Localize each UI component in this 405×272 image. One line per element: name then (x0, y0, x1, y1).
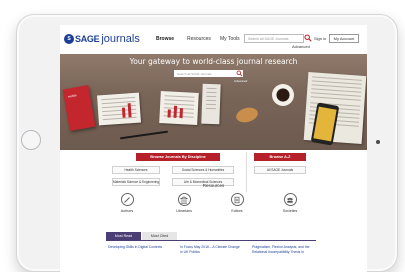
logo-product: journals (101, 33, 140, 45)
resource-authors[interactable]: Authors (112, 193, 142, 213)
resource-label: Editors (231, 209, 243, 213)
paper-image (201, 83, 221, 125)
resource-librarians[interactable]: Librarians (169, 193, 199, 213)
camera-dot (376, 140, 380, 144)
tab-underline (106, 240, 316, 241)
article-link[interactable]: In Focus May 2016 – A Climate Change in … (180, 245, 242, 254)
tablet-screen: S SAGE journals Browse Resources My Tool… (60, 25, 367, 272)
nav-browse[interactable]: Browse (156, 36, 174, 42)
resource-label: Authors (120, 209, 134, 213)
coffee-cup-image (272, 84, 294, 106)
hero-search-icon[interactable] (236, 70, 243, 77)
all-sage-journals-button[interactable]: All SAGE Journals (254, 166, 306, 174)
discipline-social-sciences-humanities[interactable]: Social Sciences & Humanities (172, 166, 234, 174)
article-tabs: Most Read Most Cited Developing Skills i… (106, 232, 316, 272)
site-header: S SAGE journals Browse Resources My Tool… (60, 25, 367, 53)
sage-journals-logo[interactable]: S SAGE journals (64, 33, 140, 45)
article-link[interactable]: Pragmatism, Flexion Analysis, and the Re… (252, 245, 314, 254)
pen-image (120, 130, 168, 140)
browse-by-discipline-button[interactable]: Browse Journals By Discipline (136, 153, 220, 161)
library-icon (177, 193, 191, 206)
red-book-image: mobile (62, 85, 96, 131)
hero-search-input[interactable]: Search all SAGE Journals (174, 70, 236, 77)
advanced-search-link[interactable]: Advanced (292, 44, 310, 49)
header-search-input[interactable]: Search all SAGE Journals (244, 34, 304, 43)
resources-heading: Resources (202, 183, 225, 188)
nav-my-tools[interactable]: My Tools (220, 36, 240, 42)
hero-banner: mobile Your gateway to world-class journ… (60, 54, 367, 150)
hero-title: Your gateway to world-class journal rese… (129, 57, 298, 66)
croissant-image (234, 105, 260, 125)
resource-editors[interactable]: Editors (222, 193, 252, 213)
people-icon (283, 193, 297, 206)
pen-icon (120, 193, 134, 206)
resource-societies[interactable]: Societies (275, 193, 305, 213)
resource-label: Societies (282, 209, 298, 213)
logo-brand: SAGE (75, 34, 100, 44)
paper-image (159, 91, 199, 125)
document-icon (230, 193, 244, 206)
my-account-button[interactable]: My Account (329, 34, 359, 43)
tab-most-cited[interactable]: Most Cited (142, 232, 177, 240)
search-icon[interactable] (304, 34, 312, 42)
book-cover-text: mobile (67, 93, 77, 99)
browse-a-z-button[interactable]: Browse A-Z (254, 153, 306, 161)
resource-label: Librarians (176, 209, 192, 213)
nav-resources[interactable]: Resources (187, 36, 211, 42)
sign-in-link[interactable]: Sign in (314, 36, 326, 41)
sage-logo-mark: S (64, 34, 74, 44)
paper-image (97, 92, 141, 126)
hero-advanced-link[interactable]: Advanced (234, 79, 247, 83)
article-link[interactable]: Developing Skills in Digital Contexts (108, 245, 170, 250)
tab-most-read[interactable]: Most Read (106, 232, 141, 240)
discipline-health-sciences[interactable]: Health Sciences (112, 166, 160, 174)
browse-panel: Browse Journals By Discipline Browse A-Z… (60, 150, 367, 198)
home-button[interactable] (21, 130, 41, 150)
